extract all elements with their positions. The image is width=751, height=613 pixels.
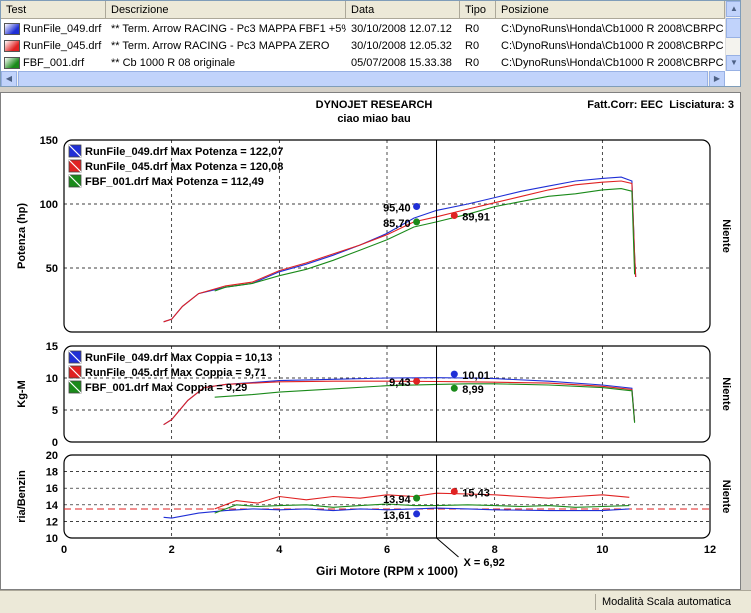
- file-date: 30/10/2008 12.07.12: [351, 23, 452, 35]
- file-description: ** Cb 1000 R 08 originale: [111, 57, 236, 69]
- file-description: ** Term. Arrow RACING - Pc3 MAPPA FBF1 +…: [111, 23, 346, 35]
- y-tick-label: 14: [46, 500, 59, 512]
- data-marker: [450, 212, 458, 220]
- data-marker: [450, 370, 458, 378]
- file-date: 05/07/2008 15.33.38: [351, 57, 452, 69]
- y-tick-label: 5: [52, 405, 58, 417]
- y-tick-label: 0: [52, 437, 58, 449]
- dyno-chart[interactable]: DYNOJET RESEARCH ciao miao bau Fatt.Corr…: [1, 93, 740, 589]
- legend-entry: RunFile_045.drf Max Potenza = 120,08: [85, 161, 283, 173]
- run-color-icon: [4, 57, 20, 69]
- x-tick-label: 12: [704, 544, 716, 556]
- scroll-right-icon[interactable]: ▶: [709, 71, 725, 86]
- y-tick-label: 10: [46, 533, 58, 545]
- marker-label: 9,43: [389, 377, 410, 389]
- marker-label: 89,91: [462, 212, 490, 224]
- data-marker: [450, 384, 458, 392]
- data-marker: [413, 218, 421, 226]
- y-tick-label: 18: [46, 467, 58, 479]
- x-axis-label: Giri Motore (RPM x 1000): [316, 564, 458, 578]
- run-color-icon: [4, 23, 20, 35]
- legend-entry: RunFile_049.drf Max Potenza = 122,07: [85, 146, 283, 158]
- x-tick-label: 8: [492, 544, 498, 556]
- file-type: R0: [465, 23, 480, 35]
- file-type: R0: [465, 57, 480, 69]
- legend-entry: FBF_001.drf Max Coppia = 9,29: [85, 382, 247, 394]
- y-tick-label: 100: [40, 199, 58, 211]
- data-marker: [413, 377, 421, 385]
- y-tick-label: 50: [46, 263, 58, 275]
- y-tick-label: 15: [46, 341, 58, 353]
- x-tick-label: 10: [596, 544, 608, 556]
- right-axis-label: Niente: [720, 377, 732, 411]
- x-tick-label: 0: [61, 544, 67, 556]
- scroll-left-icon[interactable]: ◀: [1, 71, 17, 86]
- file-name: RunFile_049.drf: [23, 23, 102, 35]
- y-tick-label: 16: [46, 483, 58, 495]
- marker-label: 13,61: [383, 510, 411, 522]
- legend-entry: FBF_001.drf Max Potenza = 112,49: [85, 176, 264, 188]
- y-tick-label: 12: [46, 516, 58, 528]
- status-bar: Modalità Scala automatica: [0, 590, 751, 613]
- marker-label: 85,70: [383, 218, 411, 230]
- file-name: FBF_001.drf: [23, 57, 85, 69]
- file-row[interactable]: FBF_001.drf ** Cb 1000 R 08 originale 05…: [1, 55, 726, 71]
- scroll-thumb[interactable]: [726, 18, 740, 38]
- run-color-icon: [4, 40, 20, 52]
- marker-label: 8,99: [462, 384, 483, 396]
- column-header-data[interactable]: Data: [346, 1, 460, 19]
- right-axis-label: Niente: [720, 480, 732, 514]
- scroll-up-icon[interactable]: ▲: [726, 1, 740, 17]
- column-header-test[interactable]: Test: [1, 1, 106, 19]
- y-axis-label: Kg-M: [16, 380, 28, 408]
- marker-label: 15,43: [462, 488, 490, 500]
- correction-info: Fatt.Corr: EEC Lisciatura: 3: [587, 99, 734, 111]
- y-tick-label: 10: [46, 373, 58, 385]
- marker-label: 13,94: [383, 494, 411, 506]
- column-header-tipo[interactable]: Tipo: [460, 1, 496, 19]
- scroll-thumb[interactable]: [18, 71, 708, 86]
- cursor-pointer-line: [436, 537, 459, 558]
- chart-panel[interactable]: DYNOJET RESEARCH ciao miao bau Fatt.Corr…: [0, 92, 741, 590]
- file-location: C:\DynoRuns\Honda\Cb1000 R 2008\CBRPC: [501, 40, 724, 52]
- file-location: C:\DynoRuns\Honda\Cb1000 R 2008\CBRPC: [501, 57, 724, 69]
- legend-entry: RunFile_049.drf Max Coppia = 10,13: [85, 352, 272, 364]
- data-marker: [450, 488, 458, 496]
- chart-subtitle: ciao miao bau: [337, 113, 410, 125]
- column-header-posizione[interactable]: Posizione: [496, 1, 725, 19]
- cursor-readout: X = 6,92: [464, 557, 505, 569]
- file-name: RunFile_045.drf: [23, 40, 102, 52]
- file-row[interactable]: RunFile_049.drf ** Term. Arrow RACING - …: [1, 21, 726, 37]
- data-marker: [413, 494, 421, 502]
- marker-label: 95,40: [383, 203, 411, 215]
- file-date: 30/10/2008 12.05.32: [351, 40, 452, 52]
- marker-label: 10,01: [462, 370, 490, 382]
- status-scale-mode: Modalità Scala automatica: [594, 594, 737, 610]
- x-tick-label: 4: [276, 544, 283, 556]
- y-axis-label: ria/Benzin: [16, 470, 28, 523]
- x-tick-label: 2: [169, 544, 175, 556]
- y-axis-label: Potenza (hp): [16, 203, 28, 269]
- y-tick-label: 20: [46, 450, 58, 462]
- file-location: C:\DynoRuns\Honda\Cb1000 R 2008\CBRPC: [501, 23, 724, 35]
- column-header-descrizione[interactable]: Descrizione: [106, 1, 346, 19]
- file-description: ** Term. Arrow RACING - Pc3 MAPPA ZERO: [111, 40, 330, 52]
- vertical-scrollbar[interactable]: ▲ ▼: [725, 1, 740, 71]
- data-marker: [413, 203, 421, 211]
- y-tick-label: 150: [40, 135, 58, 147]
- scroll-down-icon[interactable]: ▼: [726, 55, 740, 71]
- file-row[interactable]: RunFile_045.drf ** Term. Arrow RACING - …: [1, 38, 726, 54]
- file-table[interactable]: Test Descrizione Data Tipo Posizione Run…: [0, 0, 741, 87]
- legend-entry: RunFile_045.drf Max Coppia = 9,71: [85, 367, 266, 379]
- chart-title: DYNOJET RESEARCH: [316, 99, 433, 111]
- right-axis-label: Niente: [720, 219, 732, 253]
- data-marker: [413, 510, 421, 518]
- x-tick-label: 6: [384, 544, 390, 556]
- horizontal-scrollbar[interactable]: ◀ ▶: [1, 71, 725, 86]
- file-type: R0: [465, 40, 480, 52]
